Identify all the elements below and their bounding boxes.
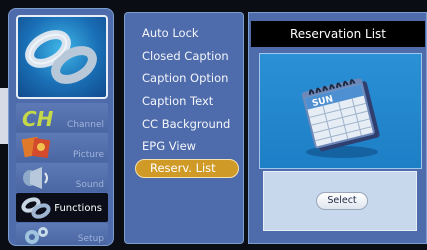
side-menu-item-setup[interactable]: Setup — [16, 223, 108, 245]
side-menu-panel: CH Channel Picture Sound Functions Setup — [8, 8, 114, 246]
chain-link-icon — [25, 30, 97, 84]
side-menu-item-label: Setup — [77, 234, 104, 244]
detail-title: Reservation List — [251, 21, 425, 47]
option-auto-lock[interactable]: Auto Lock — [142, 26, 199, 40]
setup-icon — [20, 224, 54, 246]
side-menu-item-channel[interactable]: CH Channel — [16, 103, 108, 132]
option-caption-option[interactable]: Caption Option — [142, 71, 228, 85]
side-menu-item-label: Functions — [54, 203, 102, 214]
functions-icon — [20, 194, 54, 221]
select-area: Select — [263, 171, 417, 231]
side-menu-item-picture[interactable]: Picture — [16, 133, 108, 162]
picture-icon — [20, 134, 54, 161]
option-caption-text[interactable]: Caption Text — [142, 94, 213, 108]
option-reserv-list[interactable]: Reserv. List — [135, 159, 239, 178]
side-menu-item-functions[interactable]: Functions — [16, 193, 108, 222]
channel-icon: CH — [20, 104, 54, 131]
calendar-icon: SUN — [301, 78, 380, 158]
detail-panel: Reservation List SUN Select — [248, 12, 427, 244]
side-menu-item-sound[interactable]: Sound — [16, 163, 108, 192]
side-menu-item-label: Picture — [73, 150, 104, 160]
app-logo — [16, 15, 108, 99]
options-panel: Auto Lock Closed Caption Caption Option … — [124, 12, 244, 244]
option-cc-background[interactable]: CC Background — [142, 117, 230, 131]
svg-text:CH: CH — [22, 107, 54, 131]
sound-icon — [20, 164, 54, 191]
preview-area: SUN — [259, 53, 422, 169]
side-menu-item-label: Channel — [67, 120, 104, 130]
option-epg-view[interactable]: EPG View — [142, 139, 196, 153]
side-menu-item-label: Sound — [75, 180, 104, 190]
option-closed-caption[interactable]: Closed Caption — [142, 49, 229, 63]
select-button[interactable]: Select — [316, 192, 368, 210]
